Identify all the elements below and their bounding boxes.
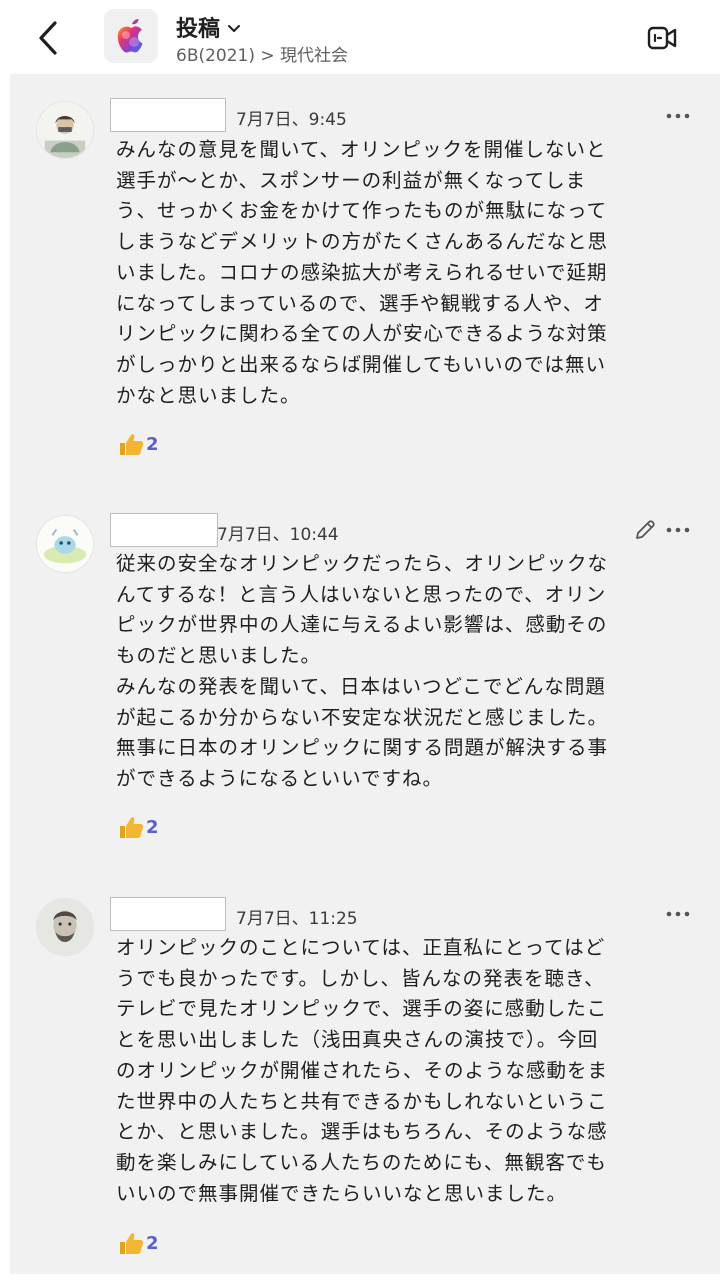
like-reaction[interactable]: 2 [118,815,159,839]
user-photo-icon [37,102,93,158]
chevron-down-icon [228,25,241,32]
apple-logo-icon [117,19,143,53]
more-options-button[interactable] [662,518,694,542]
user-photo-icon [37,516,93,572]
edit-post-button[interactable] [632,517,658,543]
edit-pencil-icon [636,520,655,539]
avatar[interactable] [36,898,94,956]
post-body: 従来の安全なオリンピックだったら、オリンピックな んてするな！と言う人はいないと… [116,552,609,790]
video-call-icon [647,26,677,50]
back-chevron-icon [39,21,57,55]
reaction-count: 2 [146,1232,159,1254]
posts-feed: 7月7日、9:45 みんなの意見を聞いて、オリンピックを開催しないと 選手が〜と… [10,74,720,1274]
post-body: オリンピックのことについては、正直私にとってはど うでも良かったです。しかし、皆… [116,936,609,1205]
thumbs-up-icon [120,434,144,455]
like-reaction[interactable]: 2 [118,432,159,456]
breadcrumb[interactable]: 6B(2021) > 現代社会 [176,41,348,66]
more-options-button[interactable] [662,104,694,128]
post-timestamp: 7月7日、10:44 [217,525,339,545]
app-header: 投稿 6B(2021) > 現代社会 [0,0,720,76]
thumbs-up-icon [120,817,144,838]
back-button[interactable] [28,16,68,60]
post-timestamp: 7月7日、11:25 [236,909,358,929]
user-photo-icon [37,899,93,955]
reaction-count: 2 [146,433,159,455]
more-icon [666,527,690,533]
post-timestamp: 7月7日、9:45 [236,110,347,130]
post-body: みんなの意見を聞いて、オリンピックを開催しないと 選手が〜とか、スポンサーの利益… [116,138,609,407]
avatar[interactable] [36,515,94,573]
page-title: 投稿 [176,17,221,42]
more-icon [666,911,690,917]
redacted-author-name [110,98,226,132]
more-options-button[interactable] [662,902,694,926]
team-avatar[interactable] [104,9,158,63]
redacted-author-name [110,897,226,931]
thumbs-up-icon [120,1233,144,1254]
avatar[interactable] [36,101,94,159]
reaction-count: 2 [146,816,159,838]
meet-now-button[interactable] [640,18,684,58]
like-reaction[interactable]: 2 [118,1231,159,1255]
redacted-author-name [110,513,218,547]
channel-title-button[interactable]: 投稿 [176,11,241,43]
more-icon [666,113,690,119]
